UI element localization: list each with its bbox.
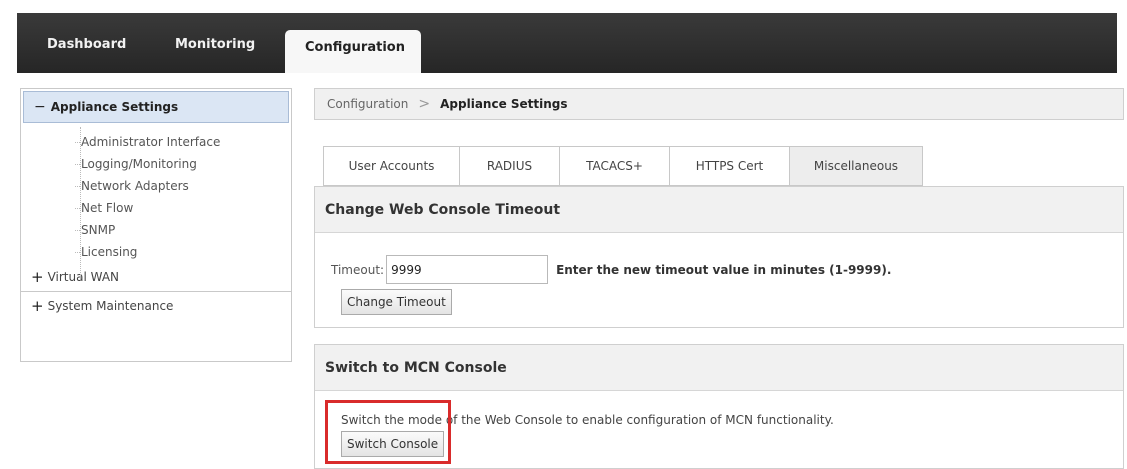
change-timeout-button[interactable]: Change Timeout — [341, 289, 452, 315]
settings-tabs: User Accounts RADIUS TACACS+ HTTPS Cert … — [323, 146, 923, 186]
mcn-description: Switch the mode of the Web Console to en… — [341, 413, 834, 427]
chevron-right-icon: > — [418, 96, 431, 112]
breadcrumb-current: Appliance Settings — [440, 97, 568, 111]
sidebar-section-label: Appliance Settings — [50, 100, 179, 114]
top-navigation-bar: Dashboard Monitoring Configuration — [17, 13, 1117, 73]
sidebar-group-system-maintenance[interactable]: + System Maintenance — [21, 292, 291, 320]
switch-console-button[interactable]: Switch Console — [341, 431, 445, 457]
sidebar-group-label: Virtual WAN — [47, 270, 119, 284]
panel-title: Switch to MCN Console — [315, 345, 1123, 391]
tab-monitoring[interactable]: Monitoring — [175, 37, 255, 52]
sidebar-item-snmp[interactable]: SNMP — [75, 219, 291, 241]
tab-https-cert[interactable]: HTTPS Cert — [669, 146, 789, 186]
sidebar: − Appliance Settings Administrator Inter… — [20, 88, 292, 362]
mcn-console-panel: Switch to MCN Console Switch the mode of… — [314, 344, 1124, 469]
expand-icon: + — [31, 297, 44, 315]
tab-user-accounts[interactable]: User Accounts — [323, 146, 459, 186]
sidebar-item-administrator-interface[interactable]: Administrator Interface — [75, 131, 291, 153]
expand-icon: + — [31, 268, 44, 286]
sidebar-item-logging-monitoring[interactable]: Logging/Monitoring — [75, 153, 291, 175]
tab-miscellaneous[interactable]: Miscellaneous — [789, 146, 923, 186]
sidebar-group-virtual-wan[interactable]: + Virtual WAN — [21, 263, 291, 291]
sidebar-group-label: System Maintenance — [47, 299, 174, 313]
tab-tacacs[interactable]: TACACS+ — [559, 146, 669, 186]
timeout-hint: Enter the new timeout value in minutes (… — [556, 262, 892, 277]
timeout-label: Timeout: — [331, 262, 385, 277]
sidebar-item-licensing[interactable]: Licensing — [75, 241, 291, 263]
tab-radius[interactable]: RADIUS — [459, 146, 559, 186]
breadcrumb: Configuration > Appliance Settings — [314, 88, 1124, 120]
timeout-row: Timeout: Enter the new timeout value in … — [331, 255, 891, 284]
sidebar-item-network-adapters[interactable]: Network Adapters — [75, 175, 291, 197]
collapse-icon: − — [34, 99, 46, 115]
tab-dashboard[interactable]: Dashboard — [47, 37, 126, 52]
sidebar-item-net-flow[interactable]: Net Flow — [75, 197, 291, 219]
sidebar-section-appliance-settings[interactable]: − Appliance Settings — [23, 91, 289, 123]
timeout-input[interactable] — [386, 255, 549, 284]
timeout-panel: Change Web Console Timeout Timeout: Ente… — [314, 186, 1124, 328]
breadcrumb-root[interactable]: Configuration — [327, 97, 408, 111]
tab-configuration[interactable]: Configuration — [285, 30, 421, 73]
panel-title: Change Web Console Timeout — [315, 187, 1123, 233]
